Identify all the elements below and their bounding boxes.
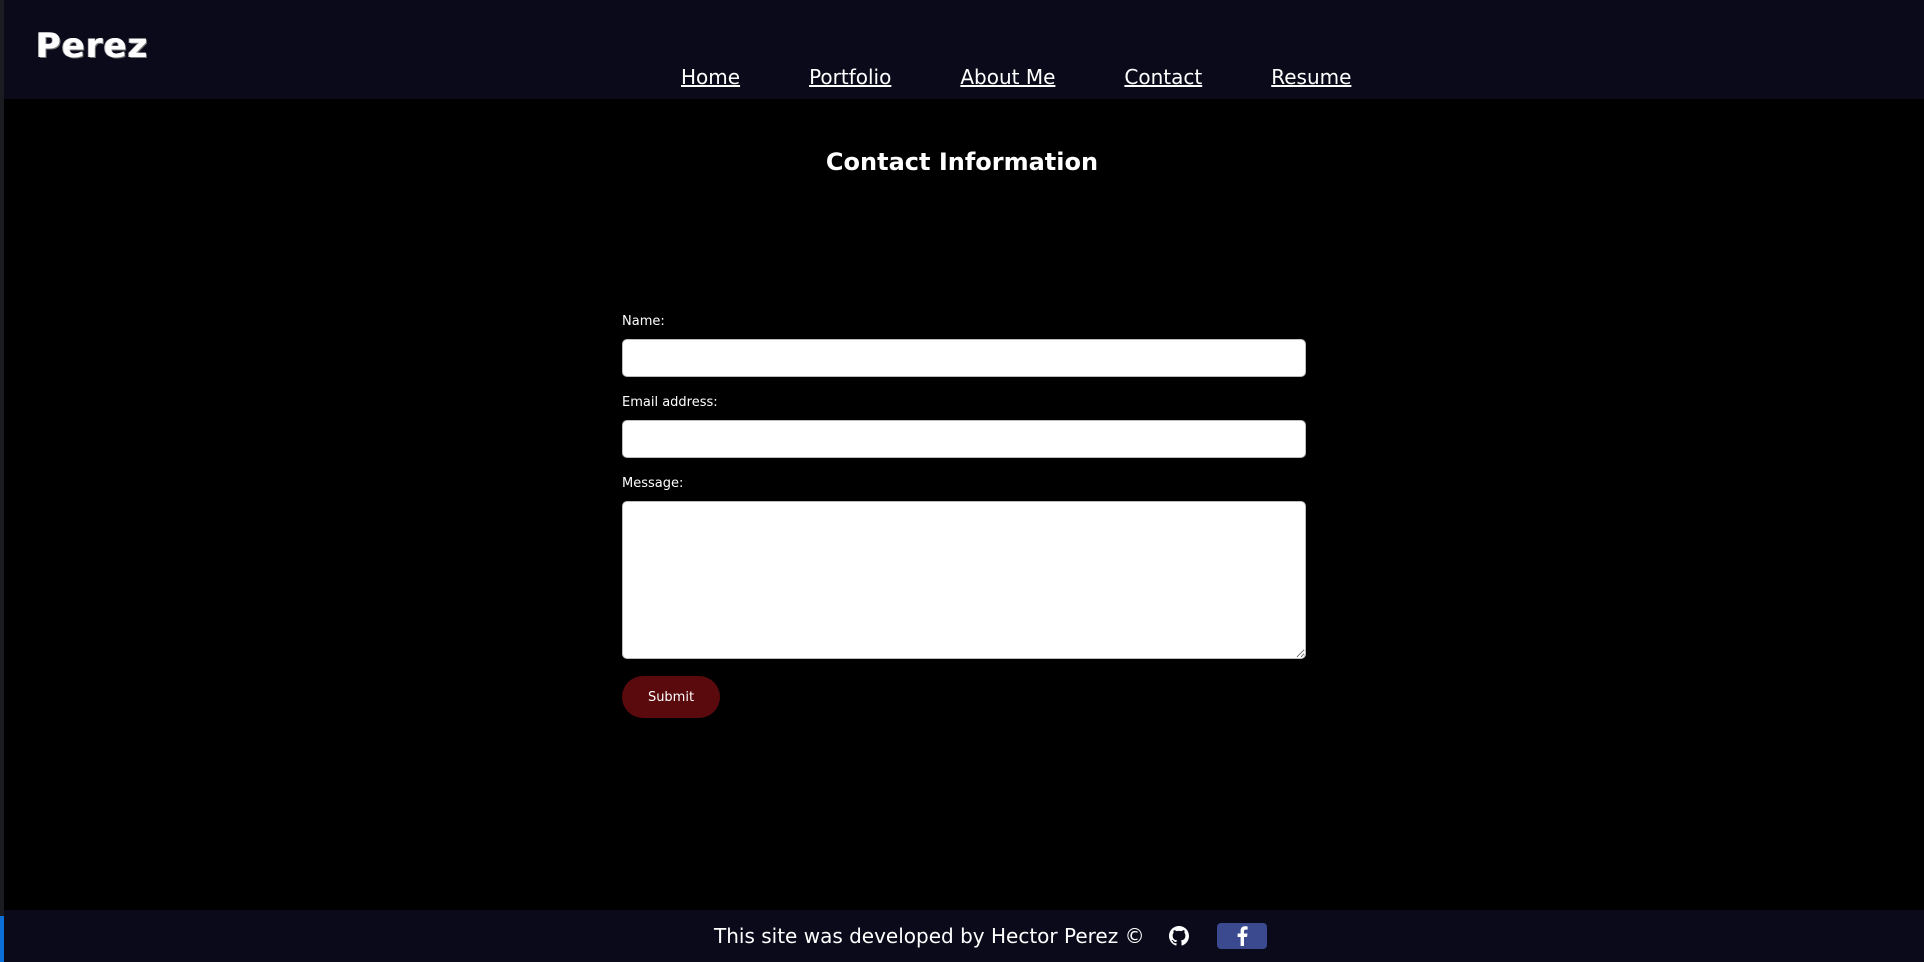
site-footer: This site was developed by Hector Perez … [4,910,1924,962]
footer-credit-text: This site was developed by Hector Perez … [714,924,1145,948]
contact-form: Name: Email address: Message: Submit [622,312,1306,718]
message-label: Message: [622,476,684,491]
main-nav: Home Portfolio About Me Contact Resume [681,62,1351,92]
nav-link-resume[interactable]: Resume [1271,62,1351,92]
email-label: Email address: [622,395,718,410]
nav-link-home[interactable]: Home [681,62,740,92]
facebook-button[interactable] [1216,923,1267,949]
nav-link-contact[interactable]: Contact [1124,62,1202,92]
nav-link-portfolio[interactable]: Portfolio [809,62,891,92]
name-label: Name: [622,314,665,329]
message-field[interactable] [622,501,1306,659]
submit-button[interactable]: Submit [622,676,720,718]
name-field[interactable] [622,339,1306,377]
window-left-edge [0,0,4,962]
nav-link-about-me[interactable]: About Me [960,62,1055,92]
footer-content: This site was developed by Hector Perez … [714,922,1267,950]
page-title: Contact Information [825,148,1099,176]
email-field[interactable] [622,420,1306,458]
site-logo[interactable]: Perez [36,26,149,66]
facebook-icon [1237,926,1248,946]
github-icon[interactable] [1168,926,1189,946]
site-header: Perez Home Portfolio About Me Contact Re… [4,0,1924,99]
